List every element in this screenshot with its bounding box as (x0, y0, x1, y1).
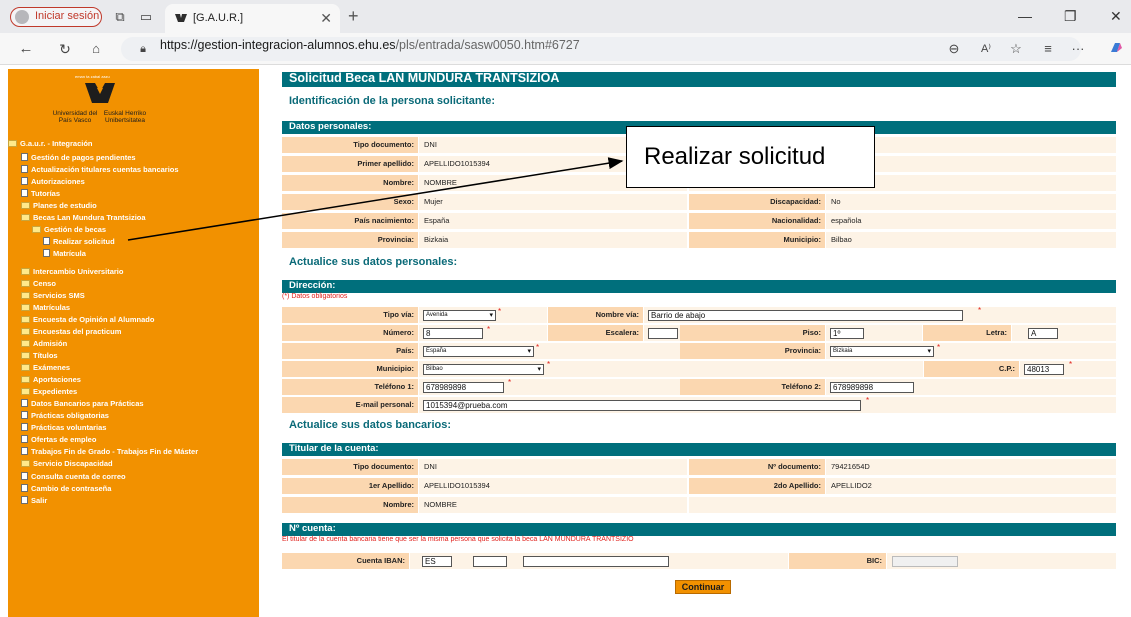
annotation-callout: Realizar solicitud (626, 126, 875, 188)
annotation-arrow (127, 157, 624, 241)
